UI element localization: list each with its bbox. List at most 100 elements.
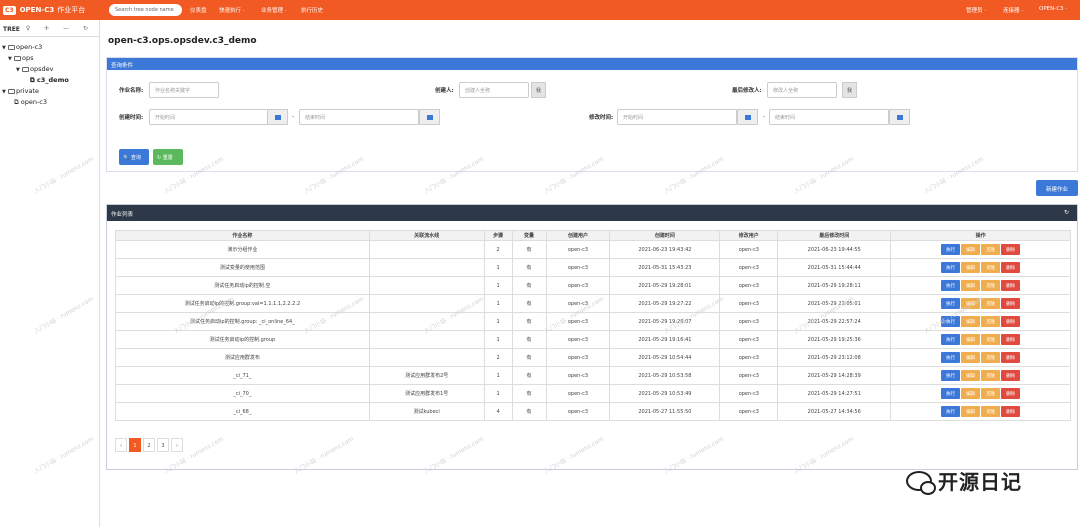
tree-node-c3-demo[interactable]: ⧉ c3_demo (30, 76, 69, 85)
edit-button[interactable]: 编辑 (961, 262, 981, 273)
nav-dashboard[interactable]: 仪表盘 (190, 6, 207, 14)
clone-button[interactable]: 克隆 (981, 352, 1001, 363)
clone-button[interactable]: 克隆 (981, 316, 1001, 327)
page-title: open-c3.ops.opsdev.c3_demo (108, 36, 257, 46)
clone-button[interactable]: 克隆 (981, 370, 1001, 381)
table-cell: 2021-05-29 19:25:36 (777, 330, 892, 349)
edit-button[interactable]: 编辑 (961, 334, 981, 345)
execute-button[interactable]: 执行 (941, 334, 961, 345)
reset-button[interactable]: ↻ 重置 (153, 149, 183, 165)
nav-connector-menu[interactable]: 连接器 · (1003, 6, 1023, 14)
new-job-button[interactable]: 新建作业 (1036, 180, 1078, 196)
nav-quick-exec[interactable]: 快速执行 · (219, 6, 245, 14)
execute-button[interactable]: 执行 (941, 262, 961, 273)
table-row[interactable]: 演示分组作业 2 有 open-c3 2021-06-23 19:43:42 open-c… (115, 240, 1071, 259)
edit-button[interactable]: 编辑 (961, 352, 981, 363)
table-cell: 2021-05-29 23:05:01 (777, 294, 892, 313)
edit-button[interactable]: 编辑 (961, 316, 981, 327)
modifier-input[interactable]: 修改人全称 (767, 82, 837, 98)
tree-title: TREE (3, 26, 20, 33)
execute-button[interactable]: 执行 (941, 388, 961, 399)
edit-button[interactable]: 编辑 (961, 244, 981, 255)
clone-button[interactable]: 克隆 (981, 298, 1001, 309)
clone-button[interactable]: 克隆 (981, 406, 1001, 417)
execute-button[interactable]: 执行 (941, 280, 961, 291)
tree-node-private-open-c3[interactable]: ⧉ open-c3 (14, 98, 47, 107)
delete-button[interactable]: 删除 (1001, 352, 1021, 363)
edit-button[interactable]: 编辑 (961, 388, 981, 399)
execute-button[interactable]: 执行 (941, 244, 961, 255)
edit-button[interactable]: 编辑 (961, 370, 981, 381)
job-list-panel: 作业列表 ↻ 作业名称 关联流水线 步骤 变量 创建用户 创建时间 修改用户 最后修改时间 操作… (106, 204, 1078, 470)
delete-button[interactable]: 删除 (1001, 262, 1021, 273)
calendar-icon[interactable] (419, 109, 440, 125)
creator-input[interactable]: 创建人全称 (459, 82, 529, 98)
table-row[interactable]: 测试应用群发布 2 有 open-c3 2021-05-29 10:54:44 open-… (115, 348, 1071, 367)
delete-button[interactable]: 删除 (1001, 244, 1021, 255)
delete-button[interactable]: 删除 (1001, 280, 1021, 291)
tree-node-private[interactable]: ▼ private (2, 87, 39, 95)
execute-button[interactable]: 执行 (941, 316, 961, 327)
tree-node-label: c3_demo (36, 76, 69, 84)
calendar-icon[interactable] (737, 109, 758, 125)
table-row[interactable]: 测试变量的使用范围 1 有 open-c3 2021-05-31 15:43:23 ope… (115, 258, 1071, 277)
delete-button[interactable]: 删除 (1001, 298, 1021, 309)
delete-button[interactable]: 删除 (1001, 388, 1021, 399)
creator-me-button[interactable]: 我 (531, 82, 546, 98)
execute-button[interactable]: 执行 (941, 352, 961, 363)
page-prev-button[interactable]: ‹ (115, 438, 127, 452)
page-2-button[interactable]: 2 (143, 438, 155, 452)
table-cell: _ci_70_ (115, 384, 370, 403)
table-cell: open-c3 (545, 240, 611, 259)
table-row[interactable]: 测试任务启动ip的控制.group: _ci_online_64_ 1 有 open-… (115, 312, 1071, 331)
column-header: 创建用户 (545, 230, 611, 241)
modified-start-input[interactable]: 开始时间 (617, 109, 737, 125)
clone-button[interactable]: 克隆 (981, 280, 1001, 291)
execute-button[interactable]: 执行 (941, 298, 961, 309)
table-row[interactable]: _ci_68_ 测试kubeci 4 有 open-c3 2021-05-27 11:55… (115, 402, 1071, 421)
nav-exec-history[interactable]: 执行历史 (301, 6, 323, 14)
execute-button[interactable]: 执行 (941, 370, 961, 381)
search-button[interactable]: 🔍 查询 (119, 149, 149, 165)
nav-business-mgmt[interactable]: 业务管理 · (261, 6, 287, 14)
calendar-icon[interactable] (267, 109, 288, 125)
page-1-button[interactable]: 1 (129, 438, 141, 452)
delete-button[interactable]: 删除 (1001, 316, 1021, 327)
edit-button[interactable]: 编辑 (961, 280, 981, 291)
page-3-button[interactable]: 3 (157, 438, 169, 452)
edit-button[interactable]: 编辑 (961, 298, 981, 309)
delete-button[interactable]: 删除 (1001, 334, 1021, 345)
tree-node-opsdev[interactable]: ▼ opsdev (16, 65, 53, 73)
table-cell: 有 (511, 240, 547, 259)
modified-end-input[interactable]: 结束时间 (769, 109, 889, 125)
row-actions: 执行 编辑 克隆 删除 (890, 276, 1071, 295)
tree-tools[interactable]: ♀ ✛ — ↻ (26, 25, 94, 32)
table-row[interactable]: 测试任务启动ip的控制.group:val=1.1.1.1,2.2.2.2 1 有 o… (115, 294, 1071, 313)
created-start-input[interactable]: 开始时间 (149, 109, 269, 125)
execute-button[interactable]: 执行 (941, 406, 961, 417)
table-row[interactable]: 测试任务启动ip的控制.空 1 有 open-c3 2021-05-29 19:28:0… (115, 276, 1071, 295)
clone-button[interactable]: 克隆 (981, 244, 1001, 255)
table-row[interactable]: _ci_71_ 测试应用群发布2号 1 有 open-c3 2021-05-29 10:5… (115, 366, 1071, 385)
delete-button[interactable]: 删除 (1001, 406, 1021, 417)
tree-node-ops[interactable]: ▼ ops (8, 54, 34, 62)
clone-button[interactable]: 克隆 (981, 388, 1001, 399)
table-cell: open-c3 (719, 366, 779, 385)
clone-button[interactable]: 克隆 (981, 334, 1001, 345)
calendar-icon[interactable] (889, 109, 910, 125)
clone-button[interactable]: 克隆 (981, 262, 1001, 273)
table-row[interactable]: 测试任务启动ip的控制.group 1 有 open-c3 2021-05-29 19:… (115, 330, 1071, 349)
delete-button[interactable]: 删除 (1001, 370, 1021, 381)
table-row[interactable]: _ci_70_ 测试应用群发布1号 1 有 open-c3 2021-05-29 10:5… (115, 384, 1071, 403)
app-logo[interactable]: C3 OPEN-C3 作业平台 (3, 4, 85, 16)
tree-search-input[interactable] (109, 4, 182, 16)
created-end-input[interactable]: 结束时间 (299, 109, 419, 125)
page-next-button[interactable]: › (171, 438, 183, 452)
nav-user-menu[interactable]: OPEN-C3 · (1039, 6, 1067, 12)
edit-button[interactable]: 编辑 (961, 406, 981, 417)
modifier-me-button[interactable]: 我 (842, 82, 857, 98)
nav-admin-menu[interactable]: 管理员 · (966, 6, 986, 14)
tree-node-open-c3[interactable]: ▼ open-c3 (2, 43, 42, 51)
job-name-input[interactable]: 作业名称关键字 (149, 82, 219, 98)
refresh-icon[interactable]: ↻ (1064, 209, 1069, 216)
